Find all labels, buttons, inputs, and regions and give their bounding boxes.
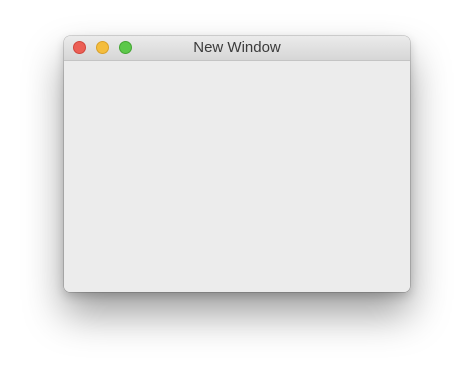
window-titlebar[interactable]: New Window [64,36,410,61]
window-content [64,61,410,292]
desktop-backdrop: New Window [0,0,474,384]
window-title: New Window [193,39,281,56]
app-window: New Window [64,36,410,292]
